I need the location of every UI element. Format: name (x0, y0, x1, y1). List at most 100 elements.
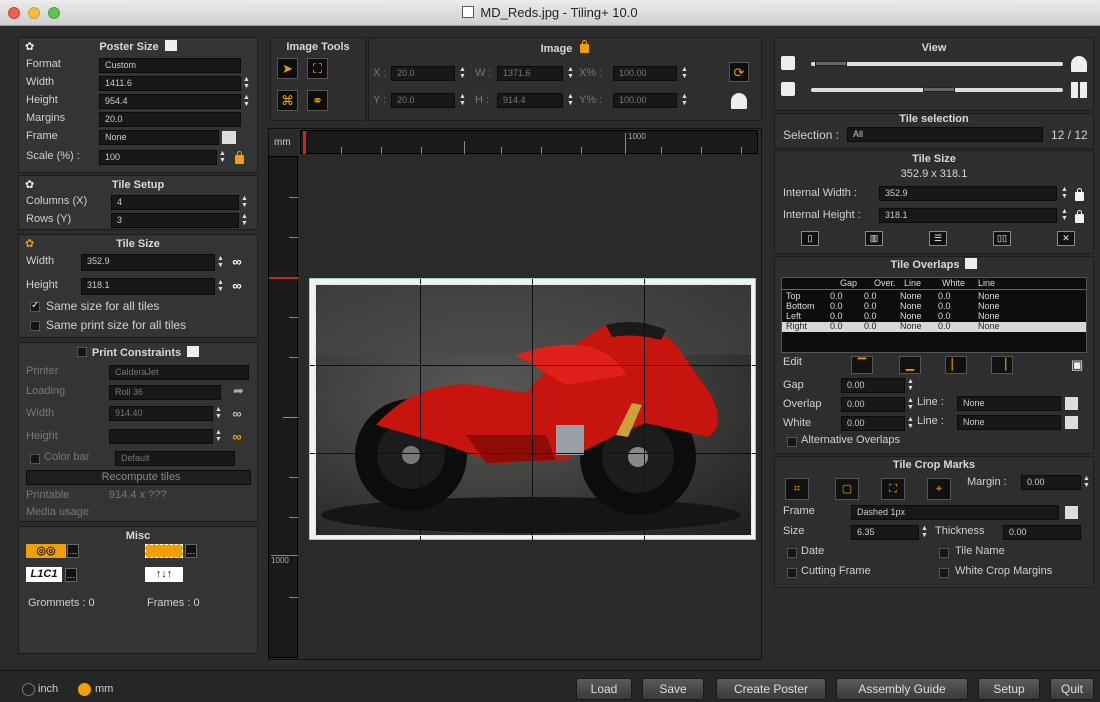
tile-width-field[interactable]: 352.9 (81, 254, 215, 271)
tile-name-checkbox[interactable] (939, 548, 949, 558)
load-button[interactable]: Load (576, 678, 632, 700)
x-stepper[interactable]: ▲ ▼ (459, 66, 466, 81)
internal-height-field[interactable]: 318.1 (879, 208, 1057, 223)
link-icon[interactable]: ∞ (229, 430, 245, 444)
save-button[interactable]: Save (642, 678, 704, 700)
overlap-field[interactable]: 0.00 (841, 397, 905, 412)
reset-icon[interactable]: ✕ (1057, 231, 1075, 246)
l1c1-menu[interactable]: … (65, 568, 77, 582)
rows-stepper[interactable]: ▲ ▼ (241, 213, 248, 228)
table-row[interactable]: Right 0.0 0.0 None 0.0 None (782, 321, 1086, 332)
zoom-slider[interactable] (811, 62, 1063, 66)
white-crop-checkbox[interactable] (939, 568, 949, 578)
arrows-icon[interactable]: ↑↓↑ (145, 567, 183, 582)
assembly-guide-button[interactable]: Assembly Guide (836, 678, 968, 700)
ypct-stepper[interactable]: ▲ ▼ (681, 93, 688, 108)
line1-color-swatch[interactable] (1065, 397, 1078, 410)
crop-frame-select[interactable]: Dashed 1px (851, 505, 1059, 520)
distribute-icon[interactable]: ☰ (929, 231, 947, 246)
link-icon[interactable]: ∞ (229, 407, 245, 421)
rows-field[interactable]: 3 (111, 213, 239, 228)
zoom-slider-handle[interactable] (815, 61, 847, 66)
pc-width-field[interactable]: 914.40 (109, 406, 213, 421)
image-lock-icon[interactable] (580, 40, 590, 53)
create-poster-button[interactable]: Create Poster (716, 678, 826, 700)
grommets-menu[interactable]: … (67, 544, 79, 558)
frames-icon[interactable] (145, 544, 183, 558)
same-print-checkbox[interactable] (30, 321, 40, 331)
crop-marks-corner-icon[interactable]: ⌗ (785, 478, 809, 500)
image-rotate-icon[interactable]: ⟳ (729, 62, 749, 82)
gap-field[interactable]: 0.00 (841, 378, 905, 393)
zoom-icon[interactable] (781, 56, 795, 70)
zoom-icon[interactable] (781, 82, 795, 96)
collapse-button[interactable] (187, 346, 200, 357)
width-stepper[interactable]: ▲ ▼ (243, 76, 250, 91)
poster-preview[interactable] (309, 278, 757, 541)
internal-width-stepper[interactable]: ▲ ▼ (1061, 186, 1068, 201)
columns-field[interactable]: 4 (111, 195, 239, 210)
gap-stepper[interactable]: ▲ ▼ (907, 378, 914, 393)
scale-stepper[interactable]: ▲ ▼ (219, 150, 226, 165)
pc-height-field[interactable] (109, 429, 213, 444)
crop-margin-stepper[interactable]: ▲ ▼ (1083, 475, 1090, 490)
w-stepper[interactable]: ▲ ▼ (567, 66, 574, 81)
collapse-button[interactable] (965, 258, 978, 269)
margins-field[interactable]: 20.0 (99, 112, 241, 127)
pc-width-stepper[interactable]: ▲ ▼ (215, 406, 222, 421)
internal-height-stepper[interactable]: ▲ ▼ (1061, 208, 1068, 223)
height-stepper[interactable]: ▲ ▼ (243, 94, 250, 109)
w-field[interactable]: 1371.6 (497, 66, 563, 81)
frames-menu[interactable]: … (185, 544, 197, 558)
link-tool-icon[interactable]: ⚭ (307, 90, 328, 111)
line1-select[interactable]: None (957, 396, 1061, 411)
align-left-icon[interactable]: ▯ (801, 231, 819, 246)
grommets-icon[interactable]: ◎◎ (26, 544, 66, 558)
center-tool-icon[interactable]: ⌘ (277, 90, 298, 111)
lock-icon[interactable] (1075, 188, 1084, 201)
pan-slider-handle[interactable] (923, 87, 955, 92)
columns-icon[interactable]: ▯▯ (993, 231, 1011, 246)
line2-color-swatch[interactable] (1065, 416, 1078, 429)
scale-lock-icon[interactable] (235, 151, 244, 164)
crop-frame-color-swatch[interactable] (1065, 506, 1078, 519)
link-icon[interactable]: ∞ (229, 255, 245, 269)
crop-marks-frame-icon[interactable]: ▢ (835, 478, 859, 500)
inch-radio[interactable] (22, 683, 35, 696)
table-row[interactable]: Top 0.0 0.0 None 0.0 None (782, 291, 1086, 302)
home-icon[interactable] (1071, 56, 1087, 72)
internal-width-field[interactable]: 352.9 (879, 186, 1057, 201)
arrow-icon[interactable]: ➦ (233, 383, 244, 399)
frame-select[interactable]: None (99, 130, 219, 145)
tile-height-field[interactable]: 318.1 (81, 278, 215, 295)
align-center-icon[interactable]: ▥ (865, 231, 883, 246)
color-bar-select[interactable]: Default (115, 451, 235, 466)
scale-field[interactable]: 100 (99, 150, 217, 165)
edit-bottom-icon[interactable]: ▁ (899, 356, 921, 374)
format-select[interactable]: Custom (99, 58, 241, 73)
loading-select[interactable]: Roll 36 (109, 385, 221, 400)
crop-size-field[interactable]: 6.35 (851, 525, 919, 540)
pc-height-stepper[interactable]: ▲ ▼ (215, 429, 222, 444)
white-field[interactable]: 0.00 (841, 416, 905, 431)
table-row[interactable]: Bottom 0.0 0.0 None 0.0 None (782, 301, 1086, 312)
print-constraints-checkbox[interactable] (76, 347, 87, 357)
width-field[interactable]: 1411.6 (99, 76, 241, 91)
same-size-checkbox[interactable] (30, 300, 40, 312)
h-field[interactable]: 914.4 (497, 93, 563, 108)
printer-select[interactable]: CalderaJet (109, 365, 249, 380)
edit-right-icon[interactable]: ▕ (991, 356, 1013, 374)
quit-button[interactable]: Quit (1050, 678, 1094, 700)
edit-left-icon[interactable]: ▏ (945, 356, 967, 374)
date-checkbox[interactable] (787, 548, 797, 558)
fit-tool-icon[interactable]: ⛶ (307, 58, 328, 79)
l1c1-icon[interactable]: L1C1 (26, 567, 62, 582)
selection-select[interactable]: All (847, 127, 1043, 142)
alternative-overlaps-checkbox[interactable] (787, 437, 797, 447)
collapse-button[interactable] (164, 40, 177, 51)
ypct-field[interactable]: 100.00 (613, 93, 677, 108)
home-icon[interactable] (731, 93, 747, 109)
height-field[interactable]: 954.4 (99, 94, 241, 109)
recompute-tiles-button[interactable]: Recompute tiles (26, 470, 251, 485)
tile-width-stepper[interactable]: ▲ ▼ (217, 255, 224, 270)
